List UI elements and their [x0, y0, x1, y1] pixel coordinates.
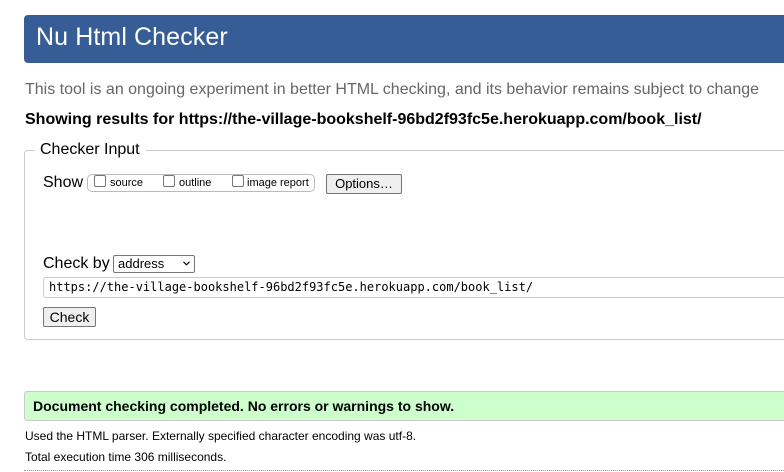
options-button[interactable]: Options…	[326, 174, 402, 194]
image-report-checkbox[interactable]	[232, 175, 244, 187]
checker-input-fieldset: Checker Input	[24, 141, 784, 340]
url-input[interactable]: https://the-village-bookshelf-96bd2f93fc…	[43, 277, 784, 298]
image-report-checkbox-label[interactable]: image report	[247, 177, 309, 189]
source-checkbox-label[interactable]: source	[110, 177, 143, 189]
check-by-label: Check by	[43, 255, 110, 272]
checker-input-legend: Checker Input	[40, 141, 140, 158]
showing-results-heading: Showing results for https://the-village-…	[25, 111, 702, 128]
success-message: Document checking completed. No errors o…	[33, 398, 455, 414]
check-by-select[interactable]: address	[113, 255, 195, 273]
success-message-box: Document checking completed. No errors o…	[24, 391, 784, 421]
check-button[interactable]: Check	[43, 307, 96, 327]
show-label: Show	[43, 174, 84, 191]
tagline: This tool is an ongoing experiment in be…	[25, 81, 760, 98]
parser-info: Used the HTML parser. Externally specifi…	[25, 429, 417, 443]
execution-time: Total execution time 306 milliseconds.	[25, 450, 227, 464]
chevron-down-icon	[183, 261, 190, 266]
app-header: Nu Html Checker	[24, 15, 784, 63]
outline-checkbox-label[interactable]: outline	[179, 177, 211, 189]
page-title: Nu Html Checker	[36, 23, 228, 51]
outline-checkbox[interactable]	[163, 175, 175, 187]
page: Nu Html Checker This tool is an ongoing …	[0, 0, 784, 472]
divider	[24, 470, 784, 471]
source-checkbox[interactable]	[94, 175, 106, 187]
check-by-select-value: address	[118, 256, 165, 271]
